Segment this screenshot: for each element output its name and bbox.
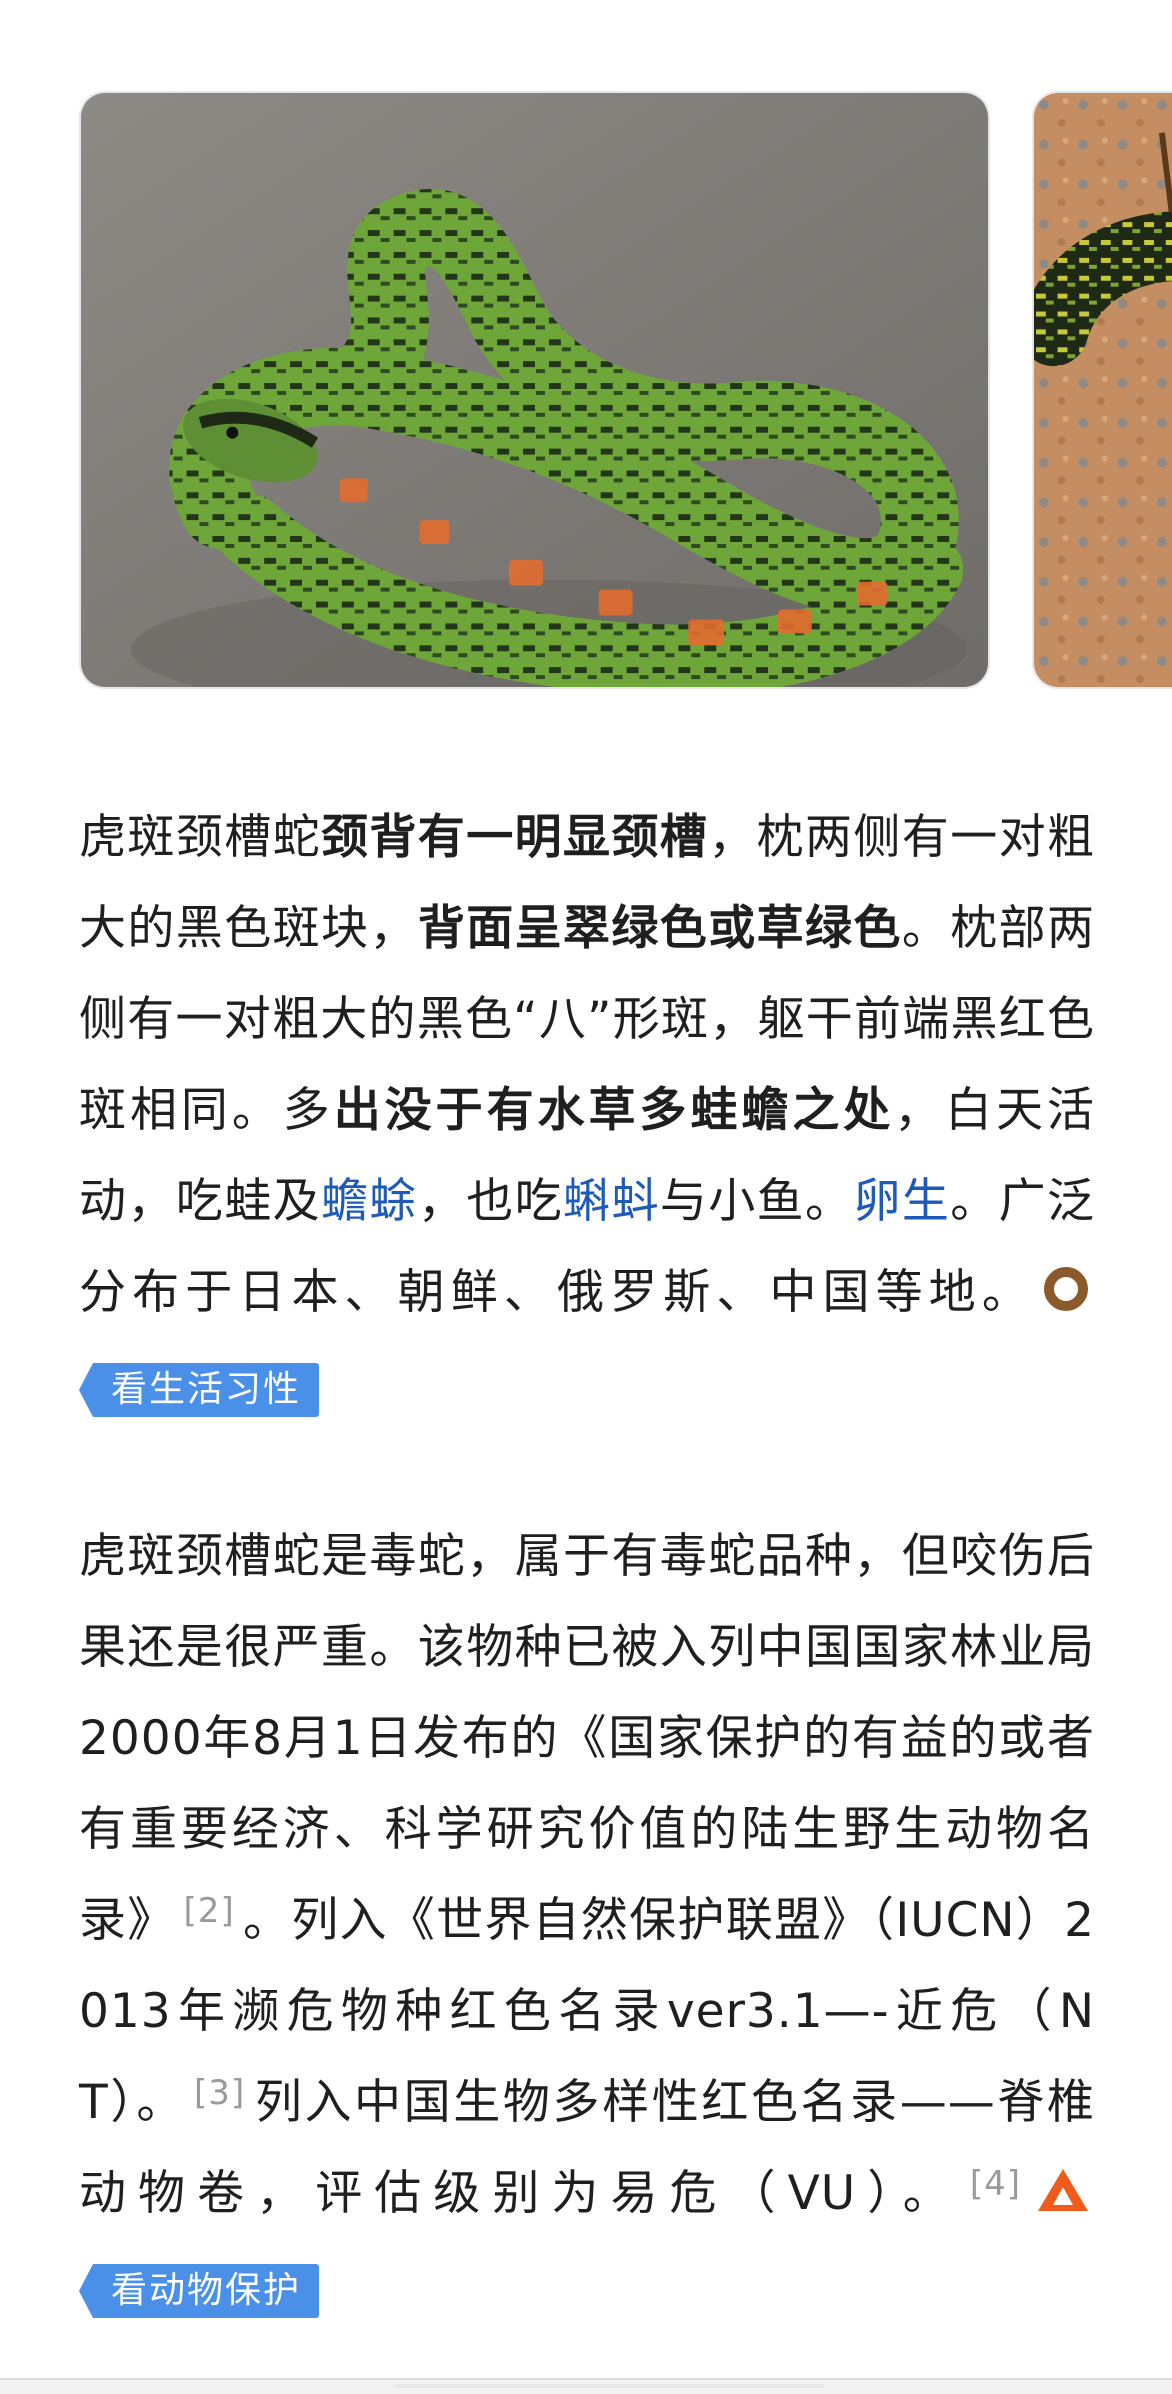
citation-ref[interactable]: [4] [970, 2164, 1021, 2204]
view-habits-tag[interactable]: 看生活习性 [78, 1363, 320, 1417]
toad-link[interactable]: 蟾蜍 [321, 1174, 418, 1229]
text: 与小鱼。 [659, 1174, 854, 1229]
tadpole-link[interactable]: 蝌蚪 [563, 1174, 660, 1229]
view-protection-tag[interactable]: 看动物保护 [78, 2264, 320, 2318]
ring-icon [1041, 1253, 1091, 1344]
oviparous-link[interactable]: 卵生 [853, 1174, 950, 1229]
snake-photo-1-image [81, 93, 988, 687]
image-carousel[interactable] [0, 0, 1172, 700]
warning-triangle-icon [1035, 2154, 1091, 2245]
text: 虎斑颈槽蛇是毒蛇，属于有毒蛇品种，但咬伤后果还是很严重。该物种已被入列中国国家林… [79, 1529, 1095, 1948]
scroll-handle[interactable] [395, 2384, 825, 2388]
bold-text: 出没于有水草多蛙蟾之处 [333, 1083, 895, 1138]
bottom-bar [0, 2378, 1172, 2394]
bold-text: 颈背有一明显颈槽 [321, 810, 709, 865]
snake-photo-2-image [1034, 93, 1172, 687]
citation-ref[interactable]: [3] [194, 2073, 245, 2113]
protection-paragraph: 虎斑颈槽蛇是毒蛇，属于有毒蛇品种，但咬伤后果还是很严重。该物种已被入列中国国家林… [78, 1511, 1095, 2336]
citation-ref[interactable]: [2] [184, 1891, 235, 1931]
bold-text: 背面呈翠绿色或草绿色 [417, 901, 902, 956]
text: 虎斑颈槽蛇 [79, 810, 321, 865]
text: ，也吃 [417, 1174, 564, 1229]
snake-photo-2[interactable] [1032, 91, 1172, 689]
snake-photo-1[interactable] [79, 91, 990, 689]
habit-paragraph: 虎斑颈槽蛇颈背有一明显颈槽，枕两侧有一对粗大的黑色斑块，背面呈翠绿色或草绿色。枕… [78, 792, 1095, 1435]
